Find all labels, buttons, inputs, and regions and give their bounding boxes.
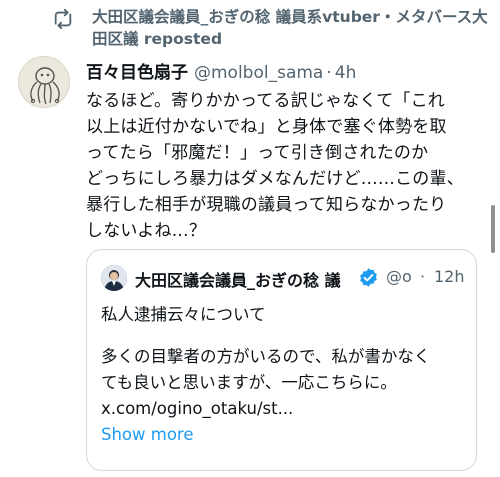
repost-label[interactable]: 大田区議会議員_おぎの稔 議員系vtuber・メタバース大田区議 reposte… bbox=[92, 6, 492, 50]
show-more-link[interactable]: Show more bbox=[101, 422, 194, 448]
tweet-line: どっちにしろ暴力はダメなんだけど……この輩、 bbox=[86, 169, 464, 189]
author-name[interactable]: 百々目色扇子 bbox=[86, 63, 188, 83]
quoted-timestamp: 12h bbox=[434, 267, 465, 286]
tweet-line: 暴行した相手が現職の議員って知らなかったり bbox=[86, 195, 447, 215]
tweet-header: 百々目色扇子 @molbol_sama · 4h bbox=[86, 58, 491, 84]
author-avatar[interactable] bbox=[18, 56, 70, 108]
quoted-link[interactable]: x.com/ogino_otaku/st... bbox=[101, 396, 471, 422]
octopus-illustration-icon bbox=[19, 57, 69, 107]
quoted-line: 多くの目撃者の方がいるので、私が書かなく bbox=[101, 347, 431, 366]
repost-context[interactable]: 大田区議会議員_おぎの稔 議員系vtuber・メタバース大田区議 reposte… bbox=[0, 6, 500, 50]
timestamp[interactable]: 4h bbox=[335, 63, 357, 83]
quoted-author-avatar bbox=[101, 265, 127, 291]
quoted-author-handle: @o bbox=[386, 267, 412, 286]
author-handle[interactable]: @molbol_sama bbox=[194, 63, 323, 83]
tweet-line: ってたら「邪魔だ！」って引き倒されたのか bbox=[86, 143, 429, 163]
tweet-line: 以上は近付かないでね」と身体で塞ぐ体勢を取 bbox=[86, 117, 447, 137]
separator: · bbox=[420, 267, 426, 286]
scrollbar-thumb[interactable] bbox=[491, 205, 495, 253]
quoted-line: ても良いと思いますが、一応こちらに。 bbox=[101, 373, 397, 392]
repost-icon bbox=[52, 8, 74, 30]
separator: · bbox=[326, 63, 332, 83]
tweet-line: しないよね…？ bbox=[86, 221, 207, 241]
person-photo-icon bbox=[101, 265, 127, 291]
tweet-line: なるほど。寄りかかってる訳じゃなくて「これ bbox=[86, 91, 445, 111]
quoted-title: 私人逮捕云々について bbox=[101, 305, 266, 324]
tweet-text: なるほど。寄りかかってる訳じゃなくて「これ 以上は近付かないでね」と身体で塞ぐ体… bbox=[86, 88, 492, 244]
verified-badge-icon bbox=[358, 267, 379, 288]
quoted-tweet-header: 大田区議会議員_おぎの稔 議 @o · 12h bbox=[101, 264, 471, 292]
quoted-tweet-text: 私人逮捕云々について 多くの目撃者の方がいるので、私が書かなく ても良いと思いま… bbox=[101, 302, 471, 448]
quoted-author-name: 大田区議会議員_おぎの稔 議 bbox=[135, 271, 341, 290]
quoted-tweet-card[interactable]: 大田区議会議員_おぎの稔 議 @o · 12h 私人逮捕云々について 多くの目撃… bbox=[86, 249, 477, 471]
